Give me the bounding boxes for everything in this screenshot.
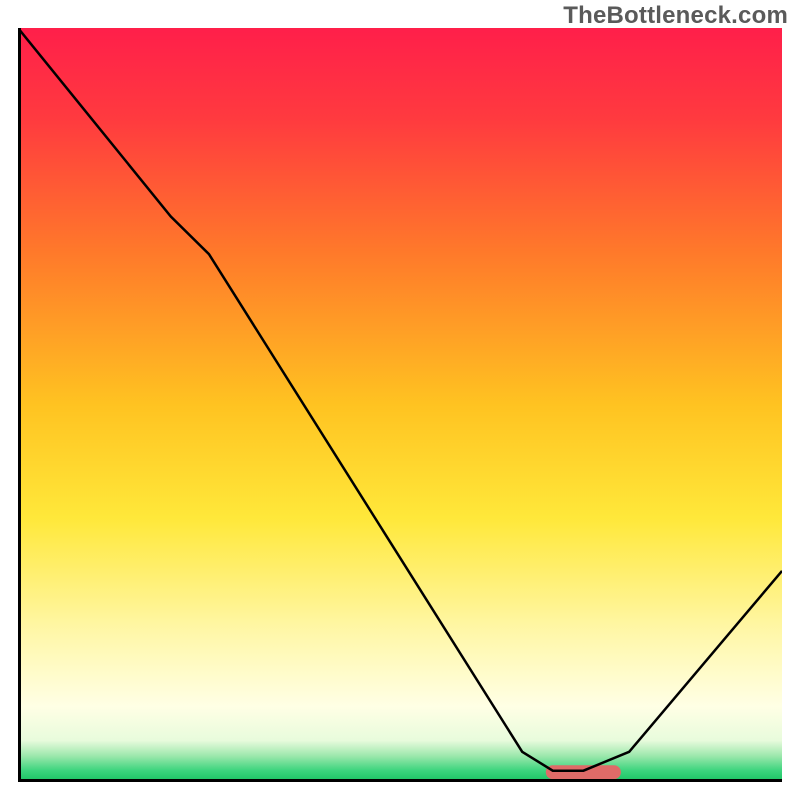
- axes-border: [18, 28, 782, 782]
- chart-frame: TheBottleneck.com: [0, 0, 800, 800]
- watermark-text: TheBottleneck.com: [563, 2, 788, 30]
